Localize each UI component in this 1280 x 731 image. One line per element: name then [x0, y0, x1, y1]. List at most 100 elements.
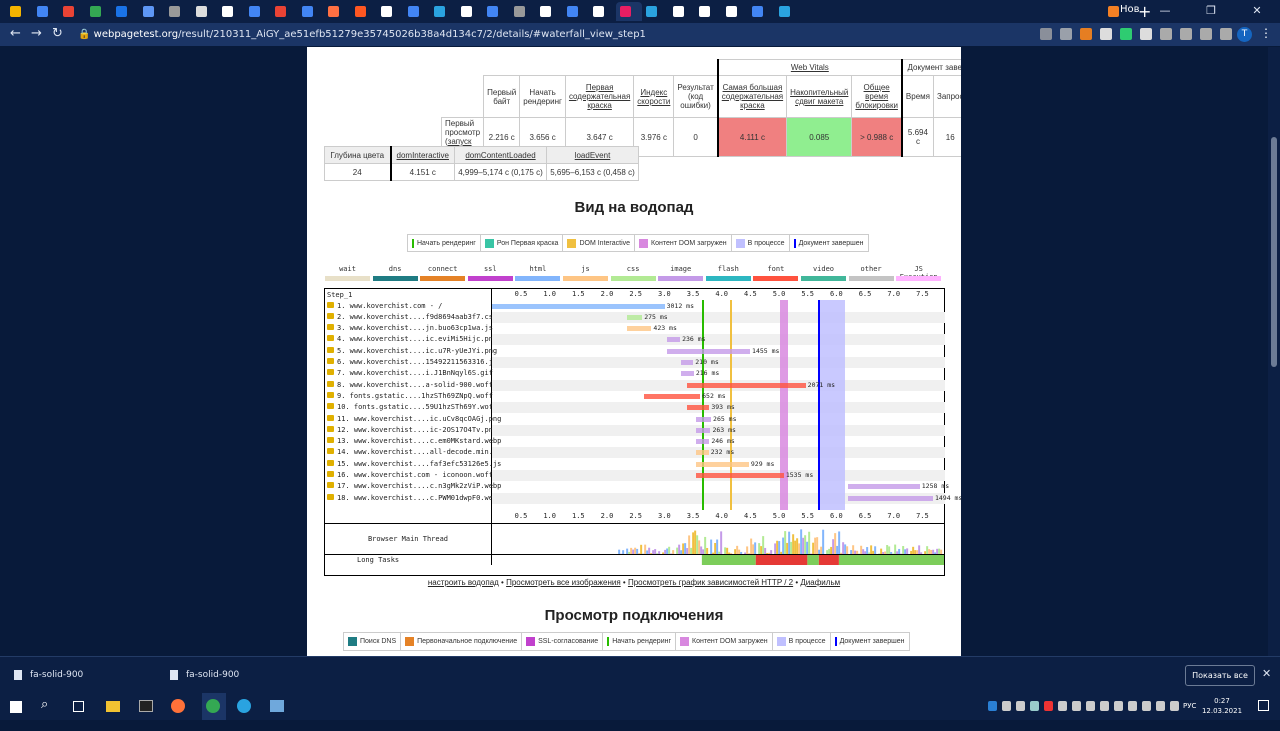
col-header[interactable]: Индекс скорости [634, 76, 674, 118]
customize-waterfall-link[interactable]: настроить водопад [428, 578, 499, 587]
system-clock[interactable]: 0:2712.03.2021 [1200, 696, 1244, 716]
request-bar[interactable] [627, 326, 652, 331]
close-icon[interactable]: ✕ [1262, 667, 1271, 680]
browser-tab[interactable] [430, 2, 456, 21]
browser-tab[interactable] [536, 2, 562, 21]
extension-icon[interactable] [1080, 28, 1092, 40]
request-bar[interactable] [696, 417, 711, 422]
playlist-icon[interactable] [1220, 28, 1232, 40]
terminal-icon[interactable] [139, 700, 153, 712]
browser-tab[interactable] [86, 2, 112, 21]
request-name[interactable]: 12. www.koverchist....ic-2OS17O4Tv.png [327, 425, 497, 436]
tray-icon[interactable] [1072, 701, 1081, 711]
reload-button[interactable]: ↻ [52, 26, 63, 41]
browser-tab[interactable] [165, 2, 191, 21]
notifications-icon[interactable] [1258, 700, 1269, 711]
browser-tab[interactable]: Нов [1104, 2, 1134, 21]
col-header[interactable]: Самая большая содержательная краска [718, 76, 787, 118]
translate-icon[interactable] [1040, 28, 1052, 40]
extension-icon[interactable] [1160, 28, 1172, 40]
scrollbar-thumb[interactable] [1271, 137, 1277, 367]
request-name[interactable]: 7. www.koverchist....i.J1BnNqyl6S.gif [327, 368, 493, 379]
browser-tab[interactable] [404, 2, 430, 21]
browser-tab[interactable] [669, 2, 695, 21]
request-name[interactable]: 3. www.koverchist....jn.buo63cp1wa.js [327, 323, 493, 334]
browser-tab[interactable] [324, 2, 350, 21]
col-header[interactable]: domInteractive [391, 147, 455, 164]
browser-tab[interactable] [298, 2, 324, 21]
request-name[interactable]: 9. fonts.gstatic....1hzSTh69ZNpQ.woff [327, 391, 493, 402]
app-icon[interactable] [270, 700, 284, 712]
browser-tab[interactable] [563, 2, 589, 21]
browser-tab[interactable] [112, 2, 138, 21]
browser-tab[interactable] [33, 2, 59, 21]
tray-icon[interactable] [1114, 701, 1123, 711]
request-bar[interactable] [667, 349, 750, 354]
request-bar[interactable] [627, 315, 642, 320]
search-icon[interactable]: ⌕ [41, 697, 57, 713]
request-bar[interactable] [696, 450, 709, 455]
col-header[interactable]: Накопительный сдвиг макета [787, 76, 852, 118]
tray-icon[interactable] [1086, 701, 1095, 711]
tray-icon[interactable] [1044, 701, 1053, 711]
request-name[interactable]: 14. www.koverchist....all-decode.min.js [327, 447, 501, 458]
tray-icon[interactable] [1030, 701, 1039, 711]
request-name[interactable]: 5. www.koverchist....ic.u7R-yUeJYi.png [327, 346, 497, 357]
show-all-button[interactable]: Показать все [1185, 665, 1255, 686]
volume-icon[interactable] [1170, 701, 1179, 711]
star-icon[interactable] [1060, 28, 1072, 40]
profile-avatar[interactable]: T [1237, 27, 1252, 42]
tray-icon[interactable] [1058, 701, 1067, 711]
battery-icon[interactable] [1142, 701, 1151, 711]
request-name[interactable]: 16. www.koverchist.com - iconoon.woff [327, 470, 493, 481]
browser-tab[interactable] [748, 2, 774, 21]
download-item[interactable]: fa-solid-900 (1).woff2^ [170, 657, 310, 694]
browser-tab[interactable] [775, 2, 801, 21]
file-explorer-icon[interactable] [106, 701, 120, 712]
request-bar[interactable] [687, 383, 806, 388]
request-name[interactable]: 15. www.koverchist....faf3efc53126e5.js [327, 459, 501, 470]
firefox-icon[interactable] [171, 699, 185, 713]
request-bar[interactable] [644, 394, 700, 399]
request-bar[interactable] [848, 496, 933, 501]
request-name[interactable]: 13. www.koverchist....c.em0MKstard.webp [327, 436, 501, 447]
puzzle-icon[interactable] [1200, 28, 1212, 40]
request-bar[interactable] [681, 360, 693, 365]
browser-tab[interactable] [457, 2, 483, 21]
forward-button[interactable]: → [31, 26, 42, 41]
request-name[interactable]: 11. www.koverchist....ic.uCv8qcOAGj.png [327, 414, 501, 425]
chrome-icon[interactable] [206, 699, 220, 713]
browser-tab[interactable] [722, 2, 748, 21]
browser-tab[interactable] [616, 2, 642, 21]
url-field[interactable]: 🔒 webpagetest.org/result/210311_AiGY_ae5… [78, 26, 1078, 43]
browser-tab[interactable] [695, 2, 721, 21]
extension-icon[interactable] [1120, 28, 1132, 40]
request-name[interactable]: 4. www.koverchist....ic.eviMi5Hijc.png [327, 334, 497, 345]
browser-tab[interactable] [139, 2, 165, 21]
request-bar[interactable] [492, 304, 665, 309]
windows-start-icon[interactable] [10, 701, 22, 713]
request-bar[interactable] [687, 405, 709, 410]
request-bar[interactable] [696, 473, 784, 478]
page-scrollbar[interactable] [1268, 47, 1280, 656]
col-header[interactable]: domContentLoaded [455, 147, 547, 164]
request-name[interactable]: 6. www.koverchist....15492211563316.jpg [327, 357, 501, 368]
menu-icon[interactable]: ⋮ [1260, 26, 1272, 40]
view-images-link[interactable]: Просмотреть все изображения [506, 578, 621, 587]
browser-tab[interactable] [6, 2, 32, 21]
browser-tab[interactable] [510, 2, 536, 21]
input-language[interactable]: РУС [1183, 702, 1196, 710]
request-bar[interactable] [848, 484, 920, 489]
col-header[interactable]: Первая содержательная краска [565, 76, 633, 118]
request-bar[interactable] [667, 337, 680, 342]
dependency-graph-link[interactable]: Просмотреть график зависимостей HTTP / 2 [628, 578, 793, 587]
request-name[interactable]: 18. www.koverchist....c.PWM01dwpF0.webp [327, 493, 501, 504]
extension-icon[interactable] [1180, 28, 1192, 40]
request-name[interactable]: 8. www.koverchist....a-solid-900.woff2 [327, 380, 497, 391]
col-header[interactable]: Общее время блокировки [852, 76, 902, 118]
maximize-button[interactable]: ❐ [1188, 0, 1234, 23]
telegram-icon[interactable] [237, 699, 251, 713]
browser-tab[interactable] [351, 2, 377, 21]
close-window-button[interactable]: ✕ [1234, 0, 1280, 23]
browser-tab[interactable] [245, 2, 271, 21]
